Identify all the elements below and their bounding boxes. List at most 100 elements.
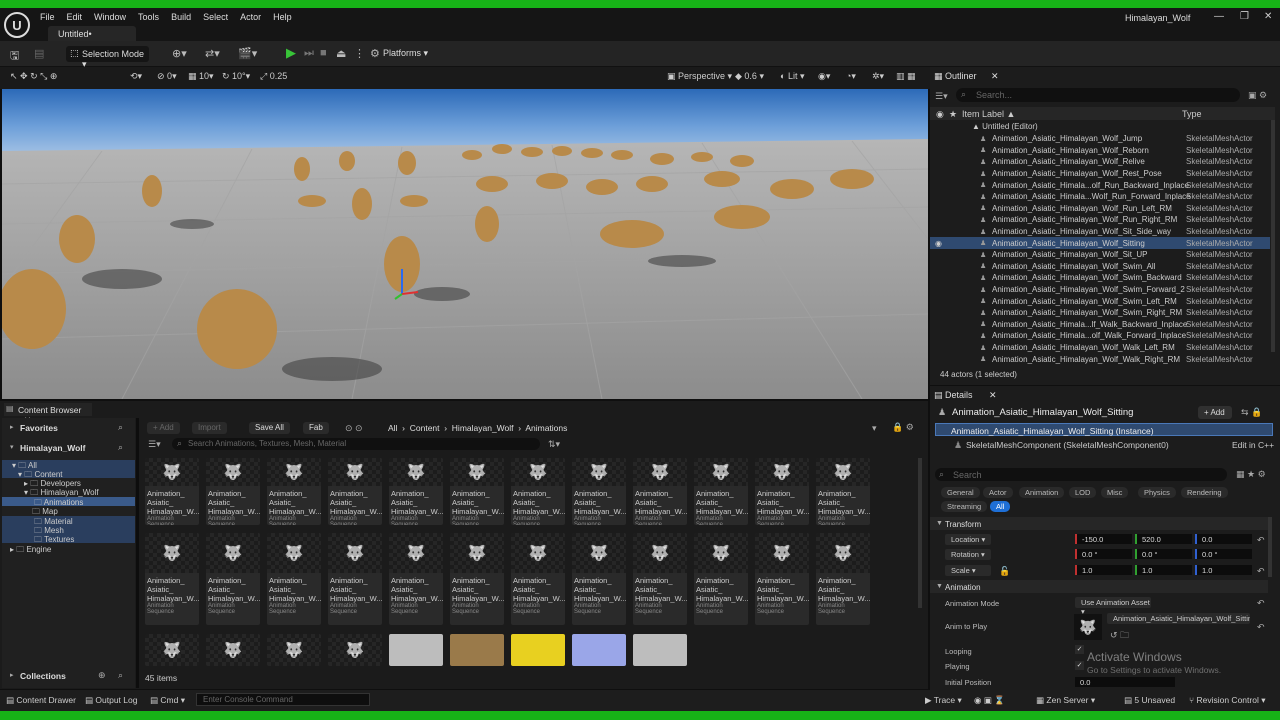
menu-file[interactable]: File [34,11,61,23]
asset-tile[interactable]: 🐺 Animation_ Asiatic_ Himalayan_W... Animati… [389,533,443,625]
scale-dropdown[interactable]: Scale ▾ [945,565,991,576]
details-scrollbar[interactable] [1268,517,1272,577]
asset-tile[interactable]: 🐺 [267,634,321,666]
outliner-row[interactable]: ♟ Animation_Asiatic_Himalayan_Wolf_Rest_P… [930,168,1270,180]
outliner-row[interactable]: ♟ Animation_Asiatic_Himalayan_Wolf_Swim_B… [930,272,1270,284]
search-icon[interactable]: ⌕ [118,422,123,433]
add-collection-icon[interactable]: ⊕ [98,670,106,681]
asset-tile[interactable]: 🐺 Animation_ Asiatic_ Himalayan_W... Animati… [694,458,748,525]
menu-build[interactable]: Build [165,11,197,23]
outliner-row[interactable]: ♟ Animation_Asiatic_Himala...Wolf_Run_For… [930,191,1270,203]
menu-window[interactable]: Window [88,11,132,23]
asset-tile[interactable]: 🐺 Animation_ Asiatic_ Himalayan_W... Animati… [755,458,809,525]
snap-grid[interactable]: ▦ 10▾ [188,71,214,82]
rotation-z[interactable]: 0.0 ° [1195,549,1252,559]
scale-lock-icon[interactable]: 🔓 [999,566,1010,577]
asset-tile[interactable] [389,634,443,666]
asset-tile[interactable]: 🐺 Animation_ Asiatic_ Himalayan_W... Animati… [206,533,260,625]
document-tab[interactable]: Untitled• [48,26,136,41]
outliner-row[interactable]: ♟ Animation_Asiatic_Himalayan_Wolf_Jump Sk… [930,133,1270,145]
transform-tools-icon[interactable]: ↖ ✥ ↻ ⤡ ⊕ [10,71,57,82]
path-dropdown-icon[interactable]: ▾ [872,423,877,434]
crumb-animations[interactable]: Animations [525,423,567,433]
menu-help[interactable]: Help [267,11,298,23]
playing-checkbox[interactable]: ✓ [1075,661,1084,670]
outliner-row[interactable]: ♟ Animation_Asiatic_Himalayan_Wolf_Walk_R… [930,353,1270,365]
asset-tile[interactable]: 🐺 Animation_ Asiatic_ Himalayan_W... Animati… [694,533,748,625]
add-component-button[interactable]: + Add [1198,406,1232,419]
location-dropdown[interactable]: Location ▾ [945,534,991,545]
crumb-content[interactable]: Content [410,423,440,433]
import-button[interactable]: Import [192,422,227,434]
tree-engine[interactable]: ▸ 🗀 Engine [0,544,135,554]
filter-all[interactable]: All [990,501,1011,512]
asset-scrollbar[interactable] [918,458,922,608]
edit-in-cpp-link[interactable]: Edit in C++ [1232,440,1274,450]
asset-tile[interactable]: 🐺 Animation_ Asiatic_ Himalayan_W... Animati… [328,533,382,625]
asset-tile[interactable]: 🐺 [206,634,260,666]
console-input[interactable]: Enter Console Command [196,693,370,706]
save-all-button[interactable]: Save All [249,422,290,434]
pin-icon[interactable]: ★ [949,109,957,120]
content-search-input[interactable]: Search Animations, Textures, Mesh, Mater… [172,438,540,450]
filter-icon[interactable]: ☰▾ [935,91,948,102]
perspective-dropdown[interactable]: ▣ Perspective ▾ [667,71,732,82]
collapse-icon[interactable]: ▾ [10,443,14,451]
outliner-row[interactable]: ♟ Animation_Asiatic_Himalayan_Wolf_Reborn… [930,145,1270,157]
outliner-search-input[interactable]: Search... [956,88,1240,102]
sort-icon[interactable]: ⇅▾ [548,439,560,450]
close-tab-icon[interactable]: ✕ [991,71,999,81]
menu-actor[interactable]: Actor [234,11,267,23]
output-log-button[interactable]: ▤ Output Log [85,695,137,706]
filter-lod[interactable]: LOD [1069,487,1097,498]
initial-position-field[interactable]: 0.0 [1075,677,1175,687]
reset-anim-icon[interactable]: ↶ [1257,622,1265,633]
content-icon[interactable]: ▤ [34,47,44,60]
project-header[interactable]: Himalayan_Wolf [20,443,86,453]
collections-header[interactable]: Collections [20,671,66,681]
tree-textures[interactable]: 🗀 Textures [2,534,135,544]
location-z[interactable]: 0.0 [1195,534,1252,544]
lock-icon[interactable]: 🔒 ⚙ [892,422,914,433]
asset-tile[interactable]: 🐺 Animation_ Asiatic_ Himalayan_W... Animati… [511,458,565,525]
step-icon[interactable]: ⏭ [304,47,314,60]
filter-general[interactable]: General [941,487,980,498]
outliner-options-icon[interactable]: ▣ ⚙ [1248,90,1267,101]
layout-icon[interactable]: ▥ ▦ [896,71,916,82]
outliner-row[interactable]: ◉ ♟ Animation_Asiatic_Himalayan_Wolf_Sitti… [930,237,1270,249]
outliner-row[interactable]: ♟ Animation_Asiatic_Himala...lf_Walk_Back… [930,319,1270,331]
tree-himalayan-wolf[interactable]: ▾ 🗀 Himalayan_Wolf [0,487,135,497]
crumb-himalayan-wolf[interactable]: Himalayan_Wolf [452,423,514,433]
looping-checkbox[interactable]: ✓ [1075,645,1084,654]
cmd-dropdown[interactable]: ▤ Cmd ▾ [150,695,185,706]
performance-icon[interactable]: ◔▾ [846,71,856,82]
outliner-row[interactable]: ♟ Animation_Asiatic_Himalayan_Wolf_Run_Ri… [930,214,1270,226]
show-icon[interactable]: ◉▾ [818,71,830,82]
asset-tile[interactable]: 🐺 Animation_ Asiatic_ Himalayan_W... Animati… [633,533,687,625]
close-window-icon[interactable]: ✕ [1264,11,1272,22]
outliner-row[interactable]: ♟ Animation_Asiatic_Himalayan_Wolf_Walk_L… [930,342,1270,354]
tree-content[interactable]: ▾ 🗀 Content [2,469,135,479]
tree-mesh[interactable]: 🗀 Mesh [2,525,135,535]
expand-icon[interactable]: ▸ [10,671,14,679]
search-icon[interactable]: ⌕ [118,670,123,681]
platforms-dropdown[interactable]: Platforms ▾ [383,48,428,59]
outliner-row[interactable]: ♟ Animation_Asiatic_Himala...olf_Walk_For… [930,330,1270,342]
history-nav-icon[interactable]: ⊙ ⊙ [345,423,363,434]
tree-all[interactable]: ▾ 🗀 All [2,460,135,470]
search-icon[interactable]: ⌕ [118,442,123,453]
asset-tile[interactable] [633,634,687,666]
snap-translate[interactable]: ⊘ 0▾ [157,71,177,82]
asset-tile[interactable]: 🐺 Animation_ Asiatic_ Himalayan_W... Animati… [816,458,870,525]
asset-tile[interactable]: 🐺 Animation_ Asiatic_ Himalayan_W... Animati… [267,533,321,625]
reset-scale-icon[interactable]: ↶ [1257,566,1265,577]
outliner-row[interactable]: ♟ Animation_Asiatic_Himalayan_Wolf_Swim_R… [930,307,1270,319]
anim-mode-dropdown[interactable]: Use Animation Asset ▾ [1075,597,1151,616]
location-y[interactable]: 520.0 [1135,534,1192,544]
asset-tile[interactable]: 🐺 Animation_ Asiatic_ Himalayan_W... Animati… [267,458,321,525]
outliner-row[interactable]: ♟ Animation_Asiatic_Himalayan_Wolf_Swim_L… [930,295,1270,307]
more-options-icon[interactable]: ⋮ [354,47,365,60]
browse-asset-icon[interactable]: ↺ 🗀 [1110,628,1129,644]
animation-section[interactable]: Animation [930,580,1268,593]
snap-options-icon[interactable]: ⟲▾ [130,71,142,82]
